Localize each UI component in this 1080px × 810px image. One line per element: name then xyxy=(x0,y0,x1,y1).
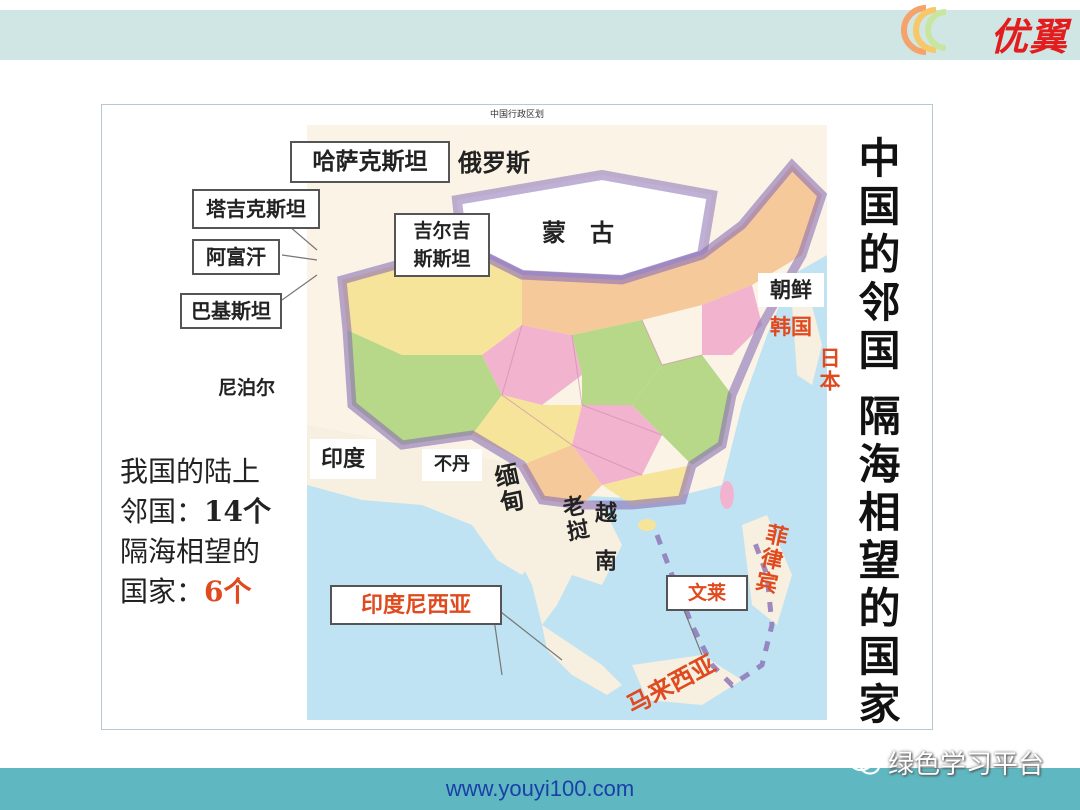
sea-count: 6个 xyxy=(204,575,252,608)
label-kyrgyzstan-line2: 斯斯坦 xyxy=(413,248,471,270)
taiwan-island xyxy=(720,481,734,509)
side-title-line1: 中国的邻国 xyxy=(852,136,901,376)
label-india: 印度 xyxy=(310,439,376,479)
summary-line2: 邻国：14个 xyxy=(120,492,290,532)
side-title: 中国的邻国 隔海相望的国家 xyxy=(852,136,908,730)
wechat-watermark: 绿色学习平台 xyxy=(848,744,1044,781)
wechat-icon xyxy=(848,750,881,775)
label-mongolia: 蒙 古 xyxy=(542,218,614,247)
label-indonesia: 印度尼西亚 xyxy=(330,585,502,625)
summary-line4-prefix: 国家： xyxy=(120,575,205,608)
label-brunei: 文莱 xyxy=(666,575,748,611)
summary-line3: 隔海相望的 xyxy=(120,535,261,568)
label-russia: 俄罗斯 xyxy=(458,148,530,177)
land-count: 14个 xyxy=(204,495,271,528)
label-vietnam: 越南 xyxy=(591,501,617,597)
summary-line1: 我国的陆上 xyxy=(120,455,261,488)
summary-line4: 国家：6个 xyxy=(120,572,290,612)
map-frame: 中国行政区划 哈萨克斯坦 俄罗斯 蒙 古 塔吉克斯坦 阿富汗 吉尔吉 斯斯坦 巴… xyxy=(101,104,933,730)
label-north-korea: 朝鲜 xyxy=(758,273,824,307)
label-south-korea: 韩国 xyxy=(770,314,812,339)
label-bhutan: 不丹 xyxy=(422,449,482,481)
wechat-name: 绿色学习平台 xyxy=(887,750,1044,780)
summary-line2-prefix: 邻国： xyxy=(120,495,205,528)
label-pakistan: 巴基斯坦 xyxy=(180,293,282,329)
hainan-island xyxy=(638,519,656,531)
label-tajikistan: 塔吉克斯坦 xyxy=(192,189,320,229)
label-afghanistan: 阿富汗 xyxy=(192,239,280,275)
map-title: 中国行政区划 xyxy=(489,110,544,120)
summary-text: 我国的陆上 邻国：14个 隔海相望的 国家：6个 xyxy=(120,452,290,612)
label-kyrgyzstan: 吉尔吉 斯斯坦 xyxy=(394,213,490,277)
label-kyrgyzstan-line1: 吉尔吉 xyxy=(413,220,471,242)
label-japan: 日本 xyxy=(817,347,842,393)
logo: 优翼 xyxy=(989,14,1068,59)
label-kazakhstan: 哈萨克斯坦 xyxy=(290,141,450,183)
label-nepal: 尼泊尔 xyxy=(218,377,276,399)
side-title-line2: 隔海相望的国家 xyxy=(852,394,901,730)
